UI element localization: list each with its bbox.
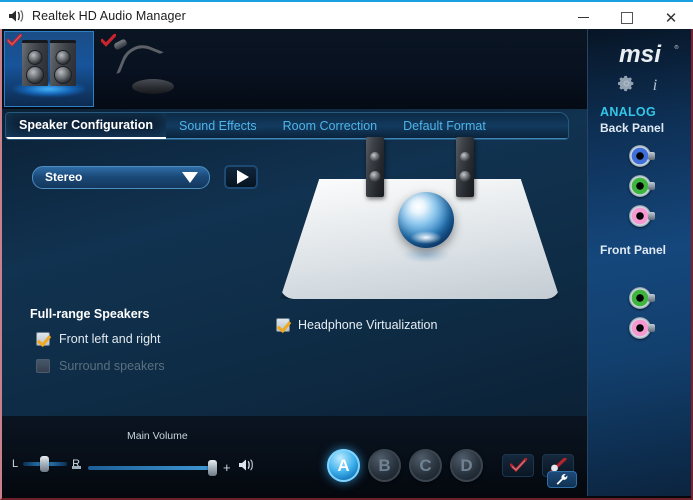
svg-text:®: ® — [674, 44, 679, 51]
speakers-icon — [22, 40, 76, 86]
gear-icon[interactable] — [618, 75, 635, 97]
front-left-right-row[interactable]: Front left and right — [36, 332, 160, 346]
listener-reflection — [402, 247, 450, 263]
back-panel-label: Back Panel — [600, 121, 665, 135]
device-check-icon — [100, 33, 117, 48]
headphone-virtualization-checkbox[interactable] — [276, 318, 290, 332]
profile-b-button[interactable]: B — [368, 449, 401, 482]
volume-control: + — [72, 458, 255, 477]
wrench-icon — [556, 473, 567, 485]
balance-slider-handle[interactable] — [40, 456, 50, 472]
tab-speaker-configuration[interactable]: Speaker Configuration — [6, 113, 167, 139]
main-volume-label: Main Volume — [127, 430, 188, 442]
full-range-speakers-title: Full-range Speakers — [30, 307, 150, 321]
microphone-device[interactable] — [98, 31, 188, 107]
jack-pink-mic-in[interactable] — [628, 205, 655, 227]
device-check-icon — [6, 33, 23, 48]
sidebar-icon-row: i — [588, 75, 691, 97]
profile-d-button[interactable]: D — [450, 449, 483, 482]
speaker-mode-value: Stereo — [45, 170, 83, 184]
balance-left-label: L — [12, 458, 19, 470]
microphone-icon — [106, 38, 182, 99]
settings-button[interactable] — [547, 471, 577, 488]
play-icon — [236, 170, 249, 184]
profile-a-button[interactable]: A — [327, 449, 360, 482]
profile-c-button[interactable]: C — [409, 449, 442, 482]
main-volume-slider[interactable] — [88, 459, 217, 476]
back-panel-jacks — [588, 145, 691, 227]
jack-green-line-out[interactable] — [628, 175, 655, 197]
chevron-down-icon — [182, 171, 198, 183]
jack-green-headphone[interactable] — [628, 287, 655, 309]
speaker-layout-scene — [270, 134, 570, 314]
surround-speakers-label: Surround speakers — [59, 359, 165, 373]
svg-text:msi: msi — [619, 41, 662, 68]
realtek-audio-manager-window: Realtek HD Audio Manager ✕ msi ® i ANALO… — [0, 0, 693, 500]
confirm-button[interactable] — [502, 454, 534, 477]
main-volume-handle[interactable] — [208, 459, 217, 476]
volume-decrease-icon[interactable] — [72, 466, 81, 469]
volume-increase-icon[interactable]: + — [223, 461, 231, 474]
app-frame: msi ® i ANALOG Back Panel Front Panel Sp… — [0, 29, 693, 500]
sound-icon — [8, 8, 25, 23]
window-title: Realtek HD Audio Manager — [32, 8, 186, 23]
device-strip — [2, 29, 587, 109]
front-panel-label: Front Panel — [600, 243, 667, 257]
profile-buttons: A B C D — [327, 449, 483, 482]
jack-pink-mic[interactable] — [628, 317, 655, 339]
balance-slider[interactable] — [23, 456, 68, 472]
balance-control: L R — [12, 456, 80, 472]
listener-orb — [398, 192, 454, 248]
msi-logo: msi ® — [619, 41, 679, 68]
play-test-button[interactable] — [224, 165, 258, 189]
minimize-button[interactable] — [561, 4, 605, 31]
maximize-button[interactable] — [605, 4, 649, 31]
connector-sidebar: msi ® i ANALOG Back Panel Front Panel — [587, 29, 691, 496]
analog-label: ANALOG — [600, 105, 656, 119]
headphone-virtualization-label: Headphone Virtualization — [298, 318, 438, 332]
check-icon — [509, 458, 527, 473]
jack-blue-line-in[interactable] — [628, 145, 655, 167]
volume-speaker-icon[interactable] — [238, 458, 255, 477]
info-icon[interactable]: i — [649, 75, 661, 98]
tab-sound-effects[interactable]: Sound Effects — [166, 113, 270, 139]
speaker-front-left[interactable] — [366, 137, 384, 197]
svg-text:i: i — [653, 77, 657, 93]
surround-speakers-checkbox — [36, 359, 50, 373]
headphone-virtualization-row[interactable]: Headphone Virtualization — [276, 318, 437, 332]
close-button[interactable]: ✕ — [649, 4, 693, 31]
bottom-control-bar: Main Volume L R + A B C D — [2, 416, 587, 496]
surround-speakers-row: Surround speakers — [36, 359, 165, 373]
title-bar: Realtek HD Audio Manager ✕ — [0, 0, 693, 29]
front-left-right-label: Front left and right — [59, 332, 161, 346]
window-controls: ✕ — [561, 4, 693, 31]
speaker-mode-dropdown[interactable]: Stereo — [32, 165, 210, 189]
speaker-config-row: Stereo — [32, 165, 258, 189]
speaker-front-right[interactable] — [456, 137, 474, 197]
front-left-right-checkbox[interactable] — [36, 332, 50, 346]
speakers-device[interactable] — [4, 31, 94, 107]
front-panel-jacks — [588, 287, 691, 339]
